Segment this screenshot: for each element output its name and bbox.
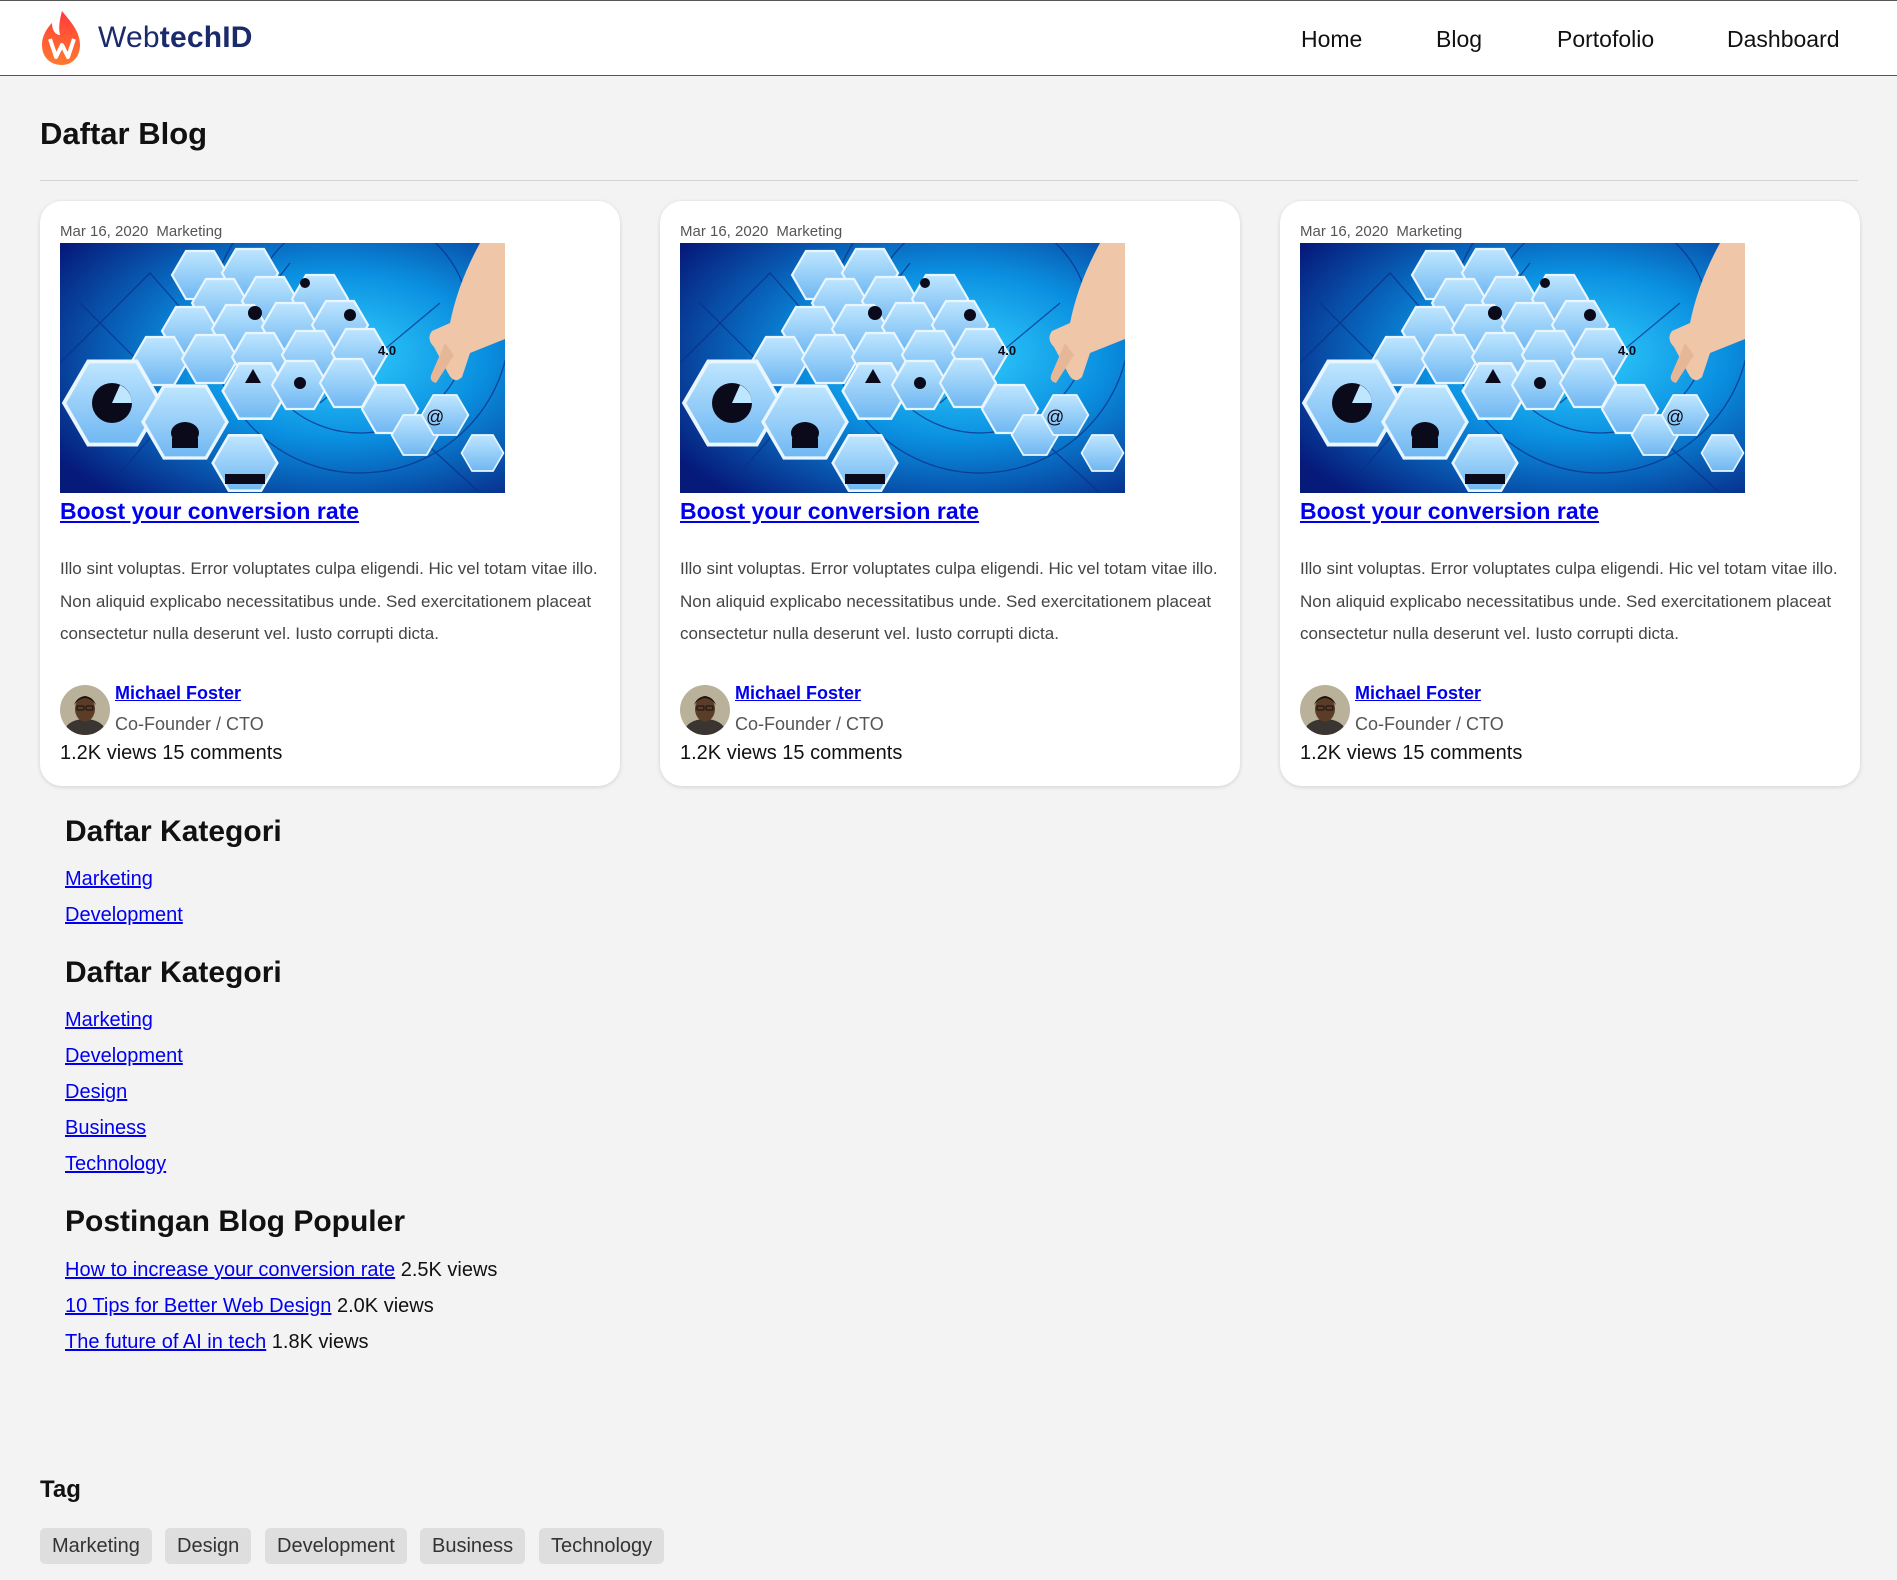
category-link-development[interactable]: Development [65, 1045, 183, 1068]
nav-dashboard[interactable]: Dashboard [1727, 1, 1840, 77]
category-section-title: Daftar Kategori [65, 815, 282, 848]
title-divider [40, 180, 1858, 181]
author-role: Co-Founder / CTO [735, 714, 884, 734]
tag-business[interactable]: Business [420, 1528, 526, 1564]
popular-post-link[interactable]: The future of AI in tech [65, 1331, 266, 1353]
post-meta: Mar 16, 2020 Marketing [680, 223, 842, 240]
popular-section-title: Postingan Blog Populer [65, 1205, 406, 1238]
post-date: Mar 16, 2020 [680, 223, 769, 240]
post-stats: 1.2K views 15 comments [680, 742, 903, 764]
tag-technology[interactable]: Technology [539, 1528, 665, 1564]
popular-post-views: 1.8K views [271, 1331, 369, 1353]
popular-post-item: 10 Tips for Better Web Design 2.0K views [65, 1295, 434, 1318]
category-link-marketing[interactable]: Marketing [65, 868, 153, 891]
blog-card: Mar 16, 2020 Marketing Boost your convers… [660, 201, 1240, 786]
author-avatar [680, 685, 730, 735]
tag-design[interactable]: Design [165, 1528, 252, 1564]
post-excerpt: Illo sint voluptas. Error voluptates cul… [680, 559, 1218, 643]
category-section-title: Daftar Kategori [65, 956, 282, 989]
popular-post-views: 2.0K views [337, 1295, 434, 1317]
popular-post-views: 2.5K views [400, 1259, 498, 1281]
tag-development[interactable]: Development [265, 1528, 407, 1564]
category-link-marketing[interactable]: Marketing [65, 1009, 153, 1032]
category-link-design[interactable]: Design [65, 1081, 127, 1104]
post-meta: Mar 16, 2020 Marketing [1300, 223, 1462, 240]
nav-home[interactable]: Home [1301, 1, 1362, 77]
popular-post-item: How to increase your conversion rate 2.5… [65, 1259, 497, 1282]
popular-post-link[interactable]: How to increase your conversion rate [65, 1259, 395, 1281]
post-thumbnail[interactable] [680, 243, 1125, 493]
page-title: Daftar Blog [40, 116, 208, 151]
category-link-technology[interactable]: Technology [65, 1153, 166, 1176]
blog-card: Mar 16, 2020 Marketing Boost your convers… [40, 201, 620, 786]
tag-marketing[interactable]: Marketing [40, 1528, 152, 1564]
nav-blog[interactable]: Blog [1436, 1, 1482, 77]
flame-logo-icon [42, 11, 80, 65]
post-thumbnail[interactable] [60, 243, 505, 493]
post-excerpt: Illo sint voluptas. Error voluptates cul… [1300, 559, 1838, 643]
post-category: Marketing [156, 223, 223, 240]
popular-post-item: The future of AI in tech 1.8K views [65, 1331, 369, 1354]
post-date: Mar 16, 2020 [1300, 223, 1389, 240]
author-role: Co-Founder / CTO [115, 714, 264, 734]
popular-post-link[interactable]: 10 Tips for Better Web Design [65, 1295, 331, 1317]
logo-wordmark: WebtechID [98, 21, 253, 54]
top-navbar: WebtechID Home Blog Portofolio Dashboard [0, 0, 1897, 76]
post-title-link[interactable]: Boost your conversion rate [1300, 498, 1599, 525]
post-stats: 1.2K views 15 comments [60, 742, 283, 764]
nav-portofolio[interactable]: Portofolio [1557, 1, 1654, 77]
post-category: Marketing [1396, 223, 1463, 240]
author-avatar [1300, 685, 1350, 735]
post-meta: Mar 16, 2020 Marketing [60, 223, 222, 240]
post-title-link[interactable]: Boost your conversion rate [680, 498, 979, 525]
post-excerpt: Illo sint voluptas. Error voluptates cul… [60, 559, 598, 643]
post-stats: 1.2K views 15 comments [1300, 742, 1523, 764]
post-title-link[interactable]: Boost your conversion rate [60, 498, 359, 525]
site-logo[interactable]: WebtechID [40, 7, 253, 69]
blog-card: Mar 16, 2020 Marketing Boost your convers… [1280, 201, 1860, 786]
post-date: Mar 16, 2020 [60, 223, 149, 240]
author-avatar [60, 685, 110, 735]
author-name-link[interactable]: Michael Foster [115, 683, 241, 704]
tag-section-title: Tag [40, 1476, 81, 1503]
post-category: Marketing [776, 223, 843, 240]
author-name-link[interactable]: Michael Foster [735, 683, 861, 704]
post-thumbnail[interactable] [1300, 243, 1745, 493]
category-link-development[interactable]: Development [65, 904, 183, 927]
author-name-link[interactable]: Michael Foster [1355, 683, 1481, 704]
author-role: Co-Founder / CTO [1355, 714, 1504, 734]
category-link-business[interactable]: Business [65, 1117, 146, 1140]
